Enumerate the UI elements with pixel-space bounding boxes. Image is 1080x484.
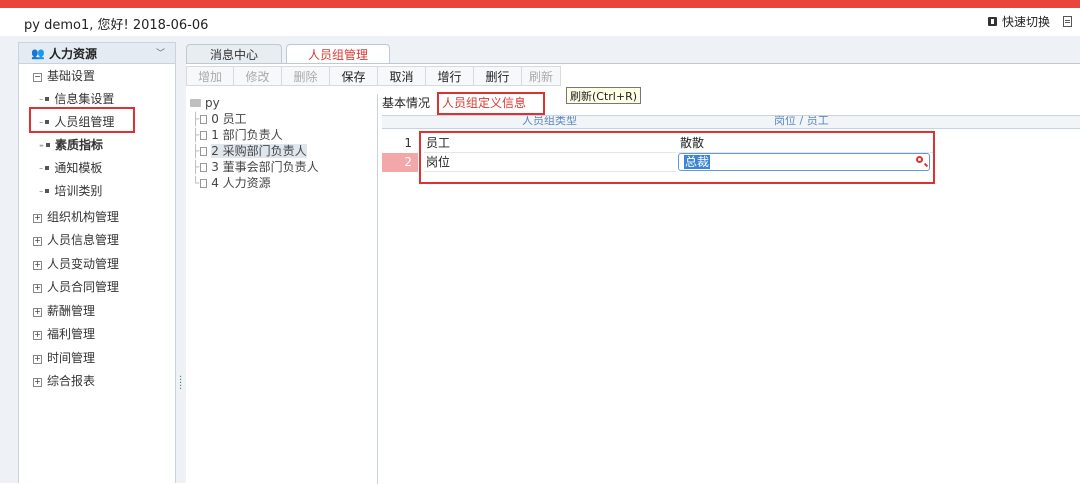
tree-item[interactable]: ├ 3 董事会部门负责人: [192, 159, 319, 175]
row-number: 2: [382, 153, 418, 172]
cancel-button[interactable]: 取消: [377, 66, 426, 86]
sidebar-item-basic-settings[interactable]: − 基础设置: [33, 67, 95, 85]
sidebar-item-notice-template[interactable]: - 通知模板: [39, 159, 102, 177]
chevron-down-icon[interactable]: ﹀: [156, 46, 165, 59]
tree-item[interactable]: ├ 1 部门负责人: [192, 127, 283, 143]
sidebar-item-time[interactable]: + 时间管理: [33, 349, 95, 367]
add-button[interactable]: 增加: [186, 66, 234, 86]
grid-header: 人员组类型 岗位 / 员工: [382, 115, 1080, 129]
row-number: 1: [404, 136, 412, 150]
bullet-icon: [45, 97, 50, 101]
save-button[interactable]: 保存: [329, 66, 378, 86]
content-panel: 增加 修改 删除 保存 取消 增行 删行 刷新 刷新(Ctrl+R) py ├ 0…: [186, 63, 1080, 484]
bullet-icon: [45, 189, 50, 193]
document-icon[interactable]: [1063, 16, 1072, 27]
tab-group-management[interactable]: 人员组管理: [286, 44, 390, 64]
tree-item[interactable]: └ 4 人力资源: [192, 175, 271, 191]
file-icon: [200, 179, 208, 188]
people-icon: 👥: [31, 47, 45, 60]
delete-button[interactable]: 删除: [281, 66, 330, 86]
bullet-icon: [45, 166, 50, 170]
collapse-icon[interactable]: −: [33, 73, 42, 82]
file-icon: [200, 147, 208, 156]
add-row-button[interactable]: 增行: [425, 66, 474, 86]
sidebar-item-personnel-info[interactable]: + 人员信息管理: [33, 231, 119, 249]
file-icon: [200, 115, 208, 124]
sidebar-item-contract[interactable]: + 人员合同管理: [33, 278, 119, 296]
sidebar-item-org-structure[interactable]: + 组织机构管理: [33, 208, 119, 226]
sidebar-header[interactable]: 👥 人力资源 ﹀: [19, 43, 175, 64]
sidebar-item-quality-index[interactable]: - 素质指标: [39, 136, 103, 154]
refresh-tooltip: 刷新(Ctrl+R): [566, 87, 642, 104]
tree-root[interactable]: py: [190, 95, 220, 111]
folder-icon: [190, 99, 201, 107]
sidebar-title: 人力资源: [49, 47, 98, 61]
sidebar-item-salary[interactable]: + 薪酬管理: [33, 302, 95, 320]
expand-icon[interactable]: +: [33, 331, 42, 340]
sidebar-item-personnel-change[interactable]: + 人员变动管理: [33, 255, 119, 273]
highlight-box-sidebar: [29, 107, 135, 133]
expand-icon[interactable]: +: [33, 284, 42, 293]
refresh-button[interactable]: 刷新: [521, 66, 561, 86]
expand-icon[interactable]: +: [33, 261, 42, 270]
sidebar-item-welfare[interactable]: + 福利管理: [33, 325, 95, 343]
sidebar-item-training-category[interactable]: - 培训类别: [39, 182, 102, 200]
switch-icon: [987, 17, 997, 26]
file-icon: [200, 163, 208, 172]
tree-item-selected[interactable]: ├ 2 采购部门负责人: [192, 143, 307, 159]
file-icon: [200, 131, 208, 140]
delete-row-button[interactable]: 删行: [473, 66, 522, 86]
tab-message-center[interactable]: 消息中心: [186, 44, 282, 64]
subtab-basic-info[interactable]: 基本情况: [380, 94, 432, 112]
group-tree: py ├ 0 员工 ├ 1 部门负责人 ├ 2 采购部门负责人 ├ 3 董事会部门负责人…: [188, 94, 378, 484]
panel-splitter[interactable]: · · · · ·: [176, 42, 186, 483]
expand-icon[interactable]: +: [33, 237, 42, 246]
quick-switch-button[interactable]: 快速切换: [987, 13, 1050, 30]
tree-item[interactable]: ├ 0 员工: [192, 111, 247, 127]
quick-switch-label: 快速切换: [1001, 15, 1050, 29]
highlight-box-grid: [419, 131, 935, 184]
expand-icon[interactable]: +: [33, 308, 42, 317]
sidebar-item-info-set[interactable]: - 信息集设置: [39, 90, 114, 108]
expand-icon[interactable]: +: [33, 355, 42, 364]
column-header-position-employee[interactable]: 岗位 / 员工: [774, 116, 829, 128]
expand-icon[interactable]: +: [33, 378, 42, 387]
sidebar: 👥 人力资源 ﹀ − 基础设置 - 信息集设置 - 人员组管理 - 素质指标 - 通知模板…: [18, 42, 176, 483]
app-header: py demo1, 您好! 2018-06-06 快速切换: [0, 8, 1080, 36]
sidebar-item-reports[interactable]: + 综合报表: [33, 372, 95, 390]
expand-icon[interactable]: +: [33, 214, 42, 223]
toolbar: 增加 修改 删除 保存 取消 增行 删行 刷新: [186, 66, 561, 86]
column-header-type[interactable]: 人员组类型: [522, 116, 577, 128]
edit-button[interactable]: 修改: [233, 66, 282, 86]
main-area: 👥 人力资源 ﹀ − 基础设置 - 信息集设置 - 人员组管理 - 素质指标 - 通知模板…: [0, 36, 1080, 484]
highlight-box-subtab: [437, 92, 545, 115]
greeting-text: py demo1, 您好! 2018-06-06: [24, 18, 209, 33]
top-accent-bar: [0, 0, 1080, 8]
bullet-icon: [45, 143, 50, 147]
